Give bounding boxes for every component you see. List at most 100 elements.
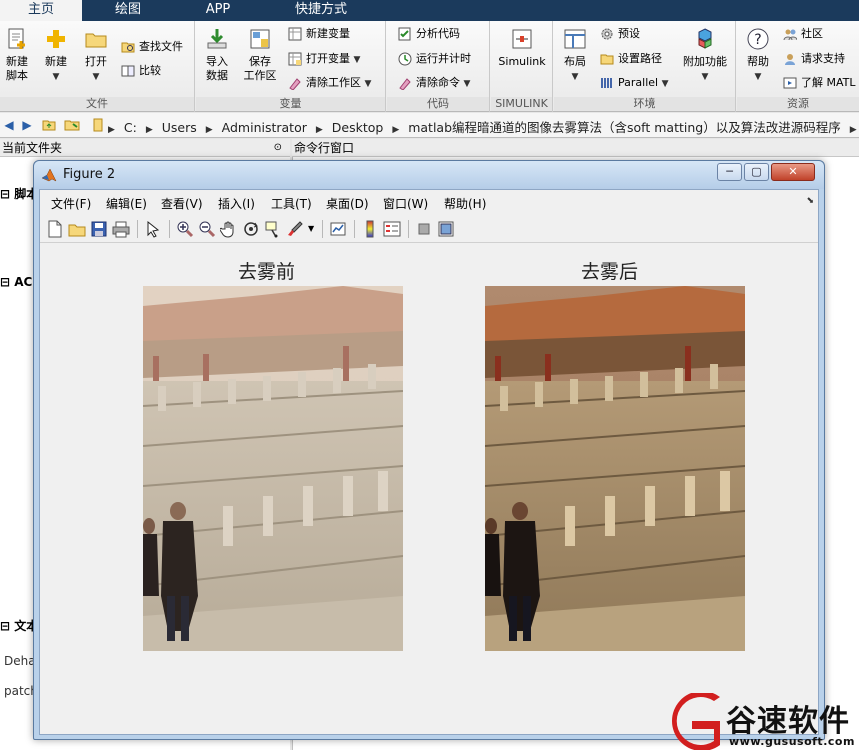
- menu-window[interactable]: 窗口(W): [383, 195, 428, 212]
- ribbon-tab-bar: 主页 绘图 APP 快捷方式: [0, 0, 859, 21]
- chevron-down-icon: ▼: [701, 72, 709, 82]
- simulink-icon: [512, 29, 532, 49]
- ribbon-group-environment: 布局 ▼ 预设 设置路径 Parallel ▼ 附加功能 ▼ 环境: [554, 21, 736, 112]
- clear-workspace-button[interactable]: 清除工作区 ▼: [288, 74, 371, 92]
- breadcrumb-item[interactable]: C:: [124, 120, 137, 135]
- breadcrumb-item[interactable]: Desktop: [332, 120, 384, 135]
- open-variable-icon: [288, 52, 302, 66]
- clear-workspace-icon: [289, 78, 301, 90]
- data-cursor-icon[interactable]: [264, 220, 282, 238]
- folder-open-icon: [85, 33, 107, 48]
- community-icon: [783, 29, 797, 41]
- menu-insert[interactable]: 插入(I): [218, 195, 255, 212]
- menu-file[interactable]: 文件(F): [51, 195, 91, 212]
- tab-apps[interactable]: APP: [174, 0, 262, 21]
- matlab-logo-icon: [41, 168, 57, 182]
- watermark-logo-icon: [672, 693, 720, 750]
- chevron-right-icon: ▶: [392, 125, 400, 135]
- open-file-icon[interactable]: [68, 220, 86, 238]
- menu-view[interactable]: 查看(V): [161, 195, 203, 212]
- tab-home[interactable]: 主页: [0, 0, 82, 21]
- pan-hand-icon[interactable]: [220, 220, 238, 238]
- collapse-icon: ⊟: [0, 275, 11, 289]
- save-icon[interactable]: [90, 220, 108, 238]
- open-variable-button[interactable]: 打开变量 ▼: [288, 50, 360, 68]
- breadcrumb-item[interactable]: matlab编程暗通道的图像去雾算法（含soft matting）以及算法改进源…: [408, 120, 841, 135]
- request-support-button[interactable]: 请求支持: [783, 50, 845, 68]
- legend-icon[interactable]: [383, 220, 401, 238]
- ribbon-group-simulink: Simulink SIMULINK: [491, 21, 553, 112]
- import-data-button[interactable]: 导入 数据: [202, 27, 232, 83]
- new-script-icon: [8, 28, 25, 49]
- show-plot-tools-icon[interactable]: [437, 220, 455, 238]
- menu-edit[interactable]: 编辑(E): [106, 195, 147, 212]
- chevron-right-icon: ▶: [849, 125, 857, 135]
- save-workspace-button[interactable]: 保存 工作区: [240, 27, 280, 83]
- chevron-down-icon[interactable]: ▼: [308, 224, 314, 233]
- compare-button[interactable]: 比较: [121, 62, 161, 80]
- menu-help[interactable]: 帮助(H): [444, 195, 486, 212]
- breadcrumb-item[interactable]: Users: [162, 120, 197, 135]
- rotate-3d-icon[interactable]: [242, 220, 260, 238]
- run-and-time-button[interactable]: 运行并计时: [398, 50, 471, 68]
- up-folder-icon[interactable]: [42, 118, 56, 132]
- breadcrumb-item[interactable]: Administrator: [222, 120, 307, 135]
- print-icon[interactable]: [112, 220, 130, 238]
- pin-icon[interactable]: ⬊: [806, 196, 814, 206]
- image-before-dehaze: [143, 286, 403, 651]
- open-button[interactable]: 打开 ▼: [80, 27, 112, 84]
- zoom-out-icon[interactable]: [198, 220, 216, 238]
- run-and-time-icon: [398, 52, 412, 66]
- tab-shortcuts[interactable]: 快捷方式: [262, 0, 380, 21]
- close-button[interactable]: ✕: [771, 163, 815, 181]
- ribbon-group-file: 新建 脚本 新建 ▼ 打开 ▼ 查找文件 比较 文件: [0, 21, 195, 112]
- new-script-button[interactable]: 新建 脚本: [2, 27, 32, 83]
- brush-icon[interactable]: [286, 220, 304, 238]
- menu-desktop[interactable]: 桌面(D): [326, 195, 369, 212]
- figure-title-bar[interactable]: Figure 2 ─ ▢ ✕: [34, 161, 824, 189]
- figure-title: Figure 2: [63, 167, 116, 182]
- learn-matlab-button[interactable]: 了解 MATL: [783, 74, 856, 92]
- find-files-button[interactable]: 查找文件: [121, 38, 183, 56]
- ribbon: 新建 脚本 新建 ▼ 打开 ▼ 查找文件 比较 文件 导入 数据 保存 工作区 新建…: [0, 21, 859, 112]
- set-path-button[interactable]: 设置路径: [600, 50, 662, 68]
- addons-button[interactable]: 附加功能 ▼: [680, 27, 730, 84]
- pointer-icon[interactable]: [144, 220, 162, 238]
- colorbar-icon[interactable]: [361, 220, 379, 238]
- image-after-dehaze: [485, 286, 745, 651]
- zoom-in-icon[interactable]: [176, 220, 194, 238]
- maximize-button[interactable]: ▢: [744, 163, 769, 181]
- browse-folder-icon[interactable]: [64, 118, 80, 132]
- menu-tools[interactable]: 工具(T): [271, 195, 312, 212]
- community-button[interactable]: 社区: [783, 25, 823, 43]
- back-arrow-icon[interactable]: ◀: [2, 118, 16, 132]
- set-path-icon: [600, 54, 614, 65]
- parallel-button[interactable]: Parallel ▼: [600, 74, 669, 92]
- parallel-icon: [601, 78, 612, 88]
- command-window-header: 命令行窗口: [292, 139, 859, 157]
- watermark: 谷速软件 www.gususoft.com: [662, 693, 859, 750]
- layout-button[interactable]: 布局 ▼: [560, 27, 590, 84]
- new-variable-button[interactable]: 新建变量: [288, 25, 350, 43]
- simulink-button[interactable]: Simulink: [497, 27, 547, 69]
- analyze-code-button[interactable]: 分析代码: [398, 25, 460, 43]
- chevron-down-icon: ▼: [571, 72, 579, 82]
- help-button[interactable]: ? 帮助 ▼: [743, 27, 773, 84]
- figure-menubar: 文件(F) 编辑(E) 查看(V) 插入(I) 工具(T) 桌面(D) 窗口(W…: [40, 190, 818, 215]
- preferences-button[interactable]: 预设: [600, 25, 640, 43]
- link-plot-icon[interactable]: [329, 220, 347, 238]
- minimize-button[interactable]: ─: [717, 163, 742, 181]
- forward-arrow-icon[interactable]: ▶: [20, 118, 34, 132]
- new-button[interactable]: 新建 ▼: [40, 27, 72, 84]
- clear-commands-button[interactable]: 清除命令 ▼: [398, 74, 470, 92]
- group-label-environment: 环境: [554, 97, 735, 111]
- group-label-file: 文件: [0, 97, 194, 111]
- panel-menu-icon[interactable]: ⊙: [274, 139, 282, 157]
- hide-plot-tools-icon[interactable]: [415, 220, 433, 238]
- new-figure-icon[interactable]: [46, 220, 64, 238]
- breadcrumb: ▶ C: ▶ Users ▶ Administrator ▶ Desktop ▶…: [108, 117, 859, 136]
- tab-plots[interactable]: 绘图: [82, 0, 174, 21]
- collapse-icon: ⊟: [0, 187, 11, 201]
- help-icon: ?: [747, 28, 769, 50]
- toolbar-separator: [354, 220, 355, 238]
